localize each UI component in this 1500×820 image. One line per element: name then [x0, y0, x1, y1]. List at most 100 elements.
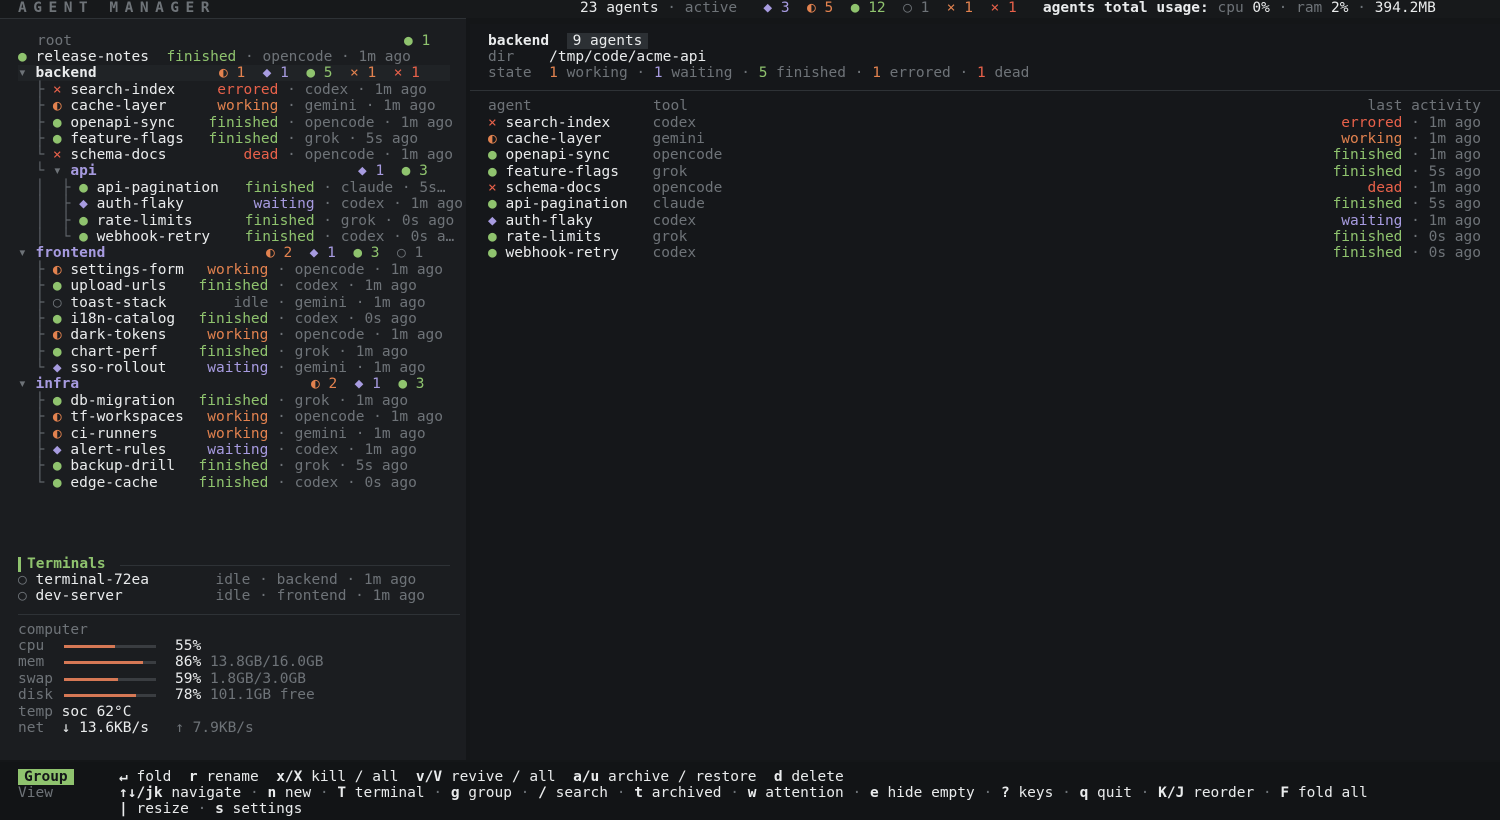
key-desc: navigate — [171, 785, 242, 801]
dir-value: /tmp/code/acme-api — [549, 49, 707, 65]
tree-item-backup-drill[interactable]: ├ ● backup-drill finished · grok · 5s ago — [18, 458, 408, 474]
key-hint-new[interactable]: n new — [267, 785, 311, 801]
tree-group-root[interactable]: root — [37, 33, 72, 49]
key-hint-keys[interactable]: ? keys — [1001, 785, 1053, 801]
key-hint-archived[interactable]: t archived — [634, 785, 721, 801]
tree-group-frontend[interactable]: ▾ frontend — [18, 245, 105, 261]
key-desc: archived — [651, 785, 722, 801]
key-hint-terminal[interactable]: T terminal — [337, 785, 424, 801]
ram-usage-value: 2% — [1331, 0, 1349, 16]
key-hint-settings[interactable]: s settings — [215, 801, 302, 817]
tree-item-i18n-catalog[interactable]: ├ ● i18n-catalog finished · codex · 0s ag… — [18, 311, 417, 328]
key-hint-delete[interactable]: d delete — [774, 769, 844, 785]
tree-item-auth-flaky[interactable]: │ ├ ◆ auth-flaky waiting · codex · 1m ago — [18, 196, 463, 212]
key-hint-revive-all[interactable]: v/V revive / all — [416, 769, 556, 785]
cpu-value: 55% — [175, 638, 210, 654]
working-count: 5 — [824, 0, 834, 16]
tree-item-ci-runners[interactable]: ├ ◐ ci-runners working · gemini · 1m ago — [18, 425, 425, 442]
detail-row-rate-limits[interactable]: ● rate-limits grok — [488, 229, 687, 245]
computer-divider — [18, 614, 460, 615]
finished-icon: ● — [18, 49, 27, 65]
detail-row-cache-layer[interactable]: ◐ cache-layer gemini — [488, 131, 705, 147]
detail-row-auth-flaky[interactable]: ◆ auth-flaky codex — [488, 213, 696, 229]
tree-item-dark-tokens[interactable]: ├ ◐ dark-tokens working · opencode · 1m a… — [18, 327, 443, 343]
detail-row-feature-flags[interactable]: ● feature-flags grok — [488, 164, 687, 180]
errored-count: × 1 — [350, 65, 377, 81]
fold-chevron-icon[interactable]: ▾ — [18, 65, 27, 81]
tree-group-backend[interactable]: ▾ backend — [18, 65, 97, 81]
tree-item-api-pagination[interactable]: │ ├ ● api-pagination finished · claude · … — [18, 180, 445, 196]
tree-item-schema-docs[interactable]: └ × schema-docs dead · opencode · 1m ago — [18, 147, 453, 163]
terminal-item-dev-server[interactable]: ○ dev-server idle · frontend · 1m ago — [18, 588, 425, 604]
view-label[interactable]: View — [18, 785, 53, 801]
terminal-item-terminal-72ea[interactable]: ○ terminal-72ea idle · backend · 1m ago — [18, 572, 416, 588]
detail-row-openapi-sync[interactable]: ● openapi-sync opencode — [488, 147, 722, 163]
detail-group-name: backend — [488, 33, 550, 49]
key-hint-attention[interactable]: w attention — [748, 785, 844, 801]
agent-name: feature-flags — [70, 131, 184, 148]
detail-row-activity: finished · 0s ago — [1333, 229, 1481, 245]
detail-row-webhook-retry[interactable]: ● webhook-retry codex — [488, 245, 696, 261]
key-desc: fold all — [1297, 785, 1368, 801]
detail-row-search-index[interactable]: × search-index codex — [488, 115, 696, 131]
key-hint-hide-empty[interactable]: e hide empty — [870, 785, 975, 801]
key-hint-fold-all[interactable]: F fold all — [1280, 785, 1367, 801]
key-hint-fold[interactable]: ↵ fold — [119, 769, 171, 785]
detail-row-api-pagination[interactable]: ● api-pagination claude — [488, 196, 705, 212]
agent-name: chart-perf — [70, 343, 158, 360]
separator: · — [393, 180, 420, 196]
tree-item-settings-form[interactable]: ├ ◐ settings-form working · opencode · 1m… — [18, 262, 443, 278]
tree-item-chart-perf[interactable]: ├ ● chart-perf finished · grok · 1m ago — [18, 344, 408, 360]
tree-item-webhook-retry[interactable]: │ └ ● webhook-retry finished · codex · 0s… — [18, 229, 454, 245]
tree-item-release-notes[interactable]: ● release-notes finished · opencode · 1m… — [18, 49, 411, 65]
key-hint-kill-all[interactable]: x/X kill / all — [276, 769, 398, 785]
dir-label: dir — [488, 49, 515, 65]
key-hint-navigate[interactable]: ↑↓/jk navigate — [119, 785, 241, 801]
agent-tool: grok — [652, 228, 688, 245]
tree-item-cache-layer[interactable]: ├ ◐ cache-layer working · gemini · 1m ago — [18, 98, 435, 115]
separator: · — [329, 343, 356, 360]
agent-name: schema-docs — [70, 147, 167, 164]
group-badge[interactable]: Group — [18, 769, 74, 785]
tree-item-upload-urls[interactable]: ├ ● upload-urls finished · codex · 1m ago — [18, 278, 416, 294]
fold-chevron-icon[interactable]: ▾ — [53, 163, 62, 179]
tree-item-tf-workspaces[interactable]: ├ ◐ tf-workspaces working · opencode · 1m… — [18, 409, 443, 425]
key-hint-archive-restore[interactable]: a/u archive / restore — [573, 769, 756, 785]
tree-item-db-migration[interactable]: ├ ● db-migration finished · grok · 1m ago — [18, 393, 408, 409]
key-hint-resize[interactable]: | resize — [119, 801, 189, 817]
tree-item-sso-rollout[interactable]: └ ◆ sso-rollout waiting · gemini · 1m ago — [18, 360, 425, 376]
tree-line: │ ├ — [18, 180, 80, 196]
key-hint-rename[interactable]: r rename — [189, 769, 259, 785]
key-hint-group[interactable]: g group — [451, 785, 512, 801]
tree-item-alert-rules[interactable]: ├ ◆ alert-rules waiting · codex · 1m ago — [18, 442, 416, 458]
tree-item-edge-cache[interactable]: └ ● edge-cache finished · codex · 0s ago — [18, 475, 416, 491]
detail-row-schema-docs[interactable]: × schema-docs opencode — [488, 180, 722, 196]
status-icon: ◐ — [52, 98, 62, 115]
agent-time: 0s ago — [364, 311, 417, 328]
tree-item-search-index[interactable]: ├ × search-index errored · codex · 1m ago — [18, 82, 426, 98]
terminals-divider — [120, 565, 450, 566]
tree-group-infra[interactable]: ▾ infra — [18, 376, 79, 392]
tree-item-rate-limits[interactable]: │ ├ ● rate-limits finished · grok · 0s ag… — [18, 213, 454, 229]
keybindings-line-3: | resize · s settings — [119, 801, 302, 817]
fold-chevron-icon[interactable]: ▾ — [18, 245, 27, 261]
agent-name: ci-runners — [70, 425, 158, 442]
tree-group-api[interactable]: └ ▾ api — [18, 163, 96, 179]
working-icon: ◐ — [807, 0, 816, 16]
fold-chevron-icon[interactable]: ▾ — [18, 376, 27, 392]
separator: · — [250, 572, 277, 588]
key-hint-search[interactable]: / search — [538, 785, 608, 801]
cpu-bar — [64, 645, 156, 648]
separator: · — [1402, 163, 1429, 180]
tree-item-toast-stack[interactable]: ├ ○ toast-stack idle · gemini · 1m ago — [18, 295, 425, 311]
tree-item-openapi-sync[interactable]: ├ ● openapi-sync finished · opencode · 1m… — [18, 115, 453, 131]
key-hint-reorder[interactable]: K/J reorder — [1158, 785, 1254, 801]
mode-badge[interactable]: Group — [18, 769, 74, 785]
tree-item-feature-flags[interactable]: ├ ● feature-flags finished · grok · 5s ag… — [18, 131, 418, 147]
swap-percent: 59% — [175, 670, 202, 687]
dead-icon: × — [990, 0, 1000, 16]
key-hint-quit[interactable]: q quit — [1080, 785, 1132, 801]
agent-time: 5s ago — [365, 131, 419, 148]
agent-status: waiting — [1341, 212, 1403, 229]
tree-line: └ — [35, 163, 45, 179]
